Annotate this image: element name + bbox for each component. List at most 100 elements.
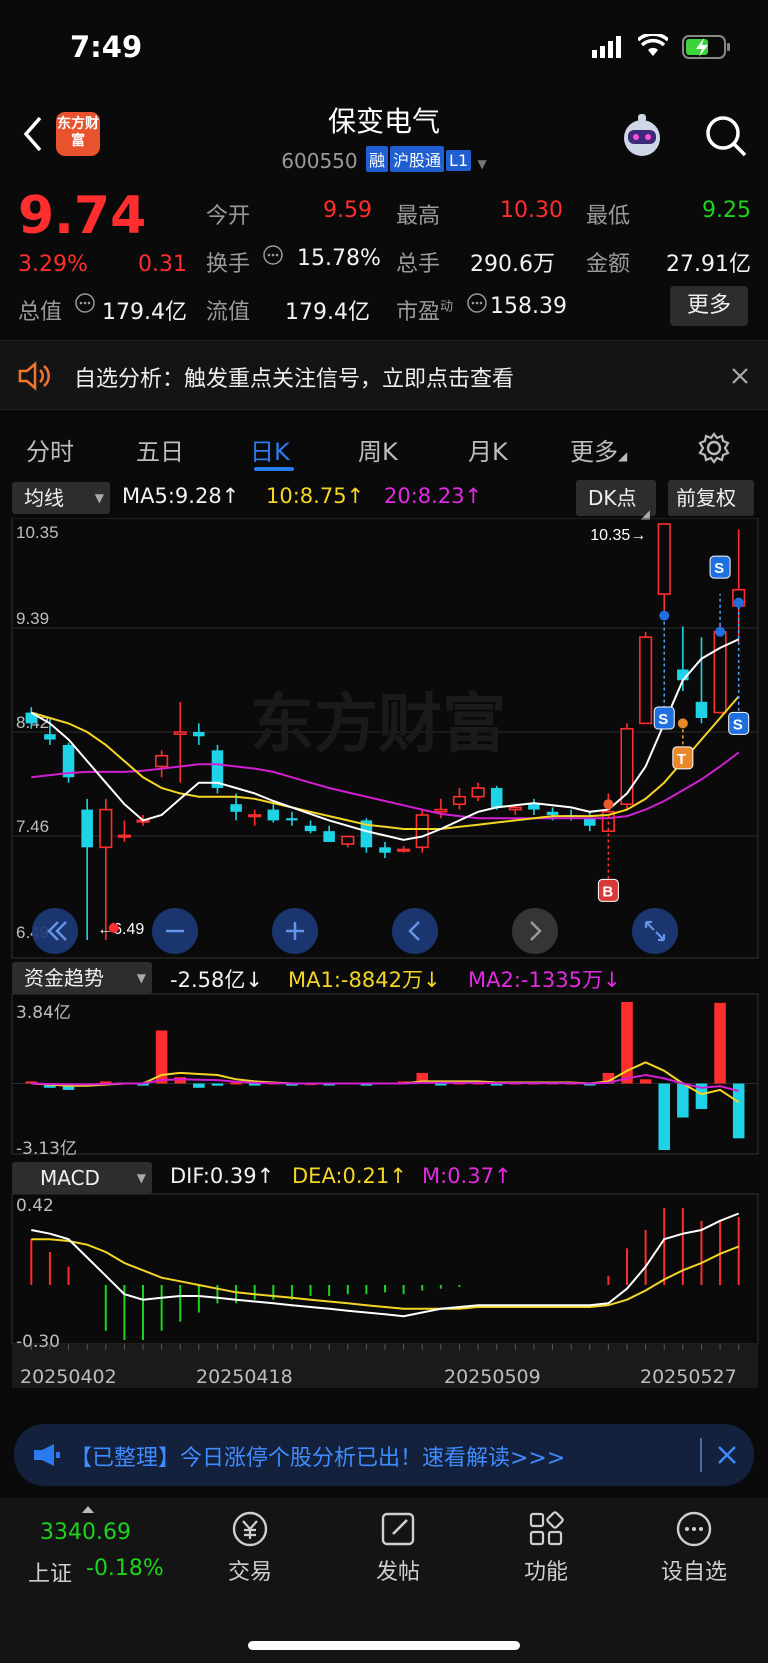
search-icon[interactable] (704, 114, 748, 158)
sell-badge-text: S (658, 711, 668, 728)
change-amount: 0.31 (138, 252, 187, 277)
robot-assistant-icon[interactable] (616, 112, 668, 160)
high-label: 最高 (396, 204, 441, 229)
buy-dot (603, 799, 614, 810)
tab-weekly-k[interactable]: 周K (358, 432, 398, 467)
nav-add-watchlist[interactable]: 设自选 (644, 1508, 744, 1586)
nav-post[interactable]: 发帖 (348, 1508, 448, 1586)
fund-ymin: -3.13亿 (16, 1139, 77, 1159)
tab-active-indicator (254, 467, 294, 471)
candle-body (546, 811, 559, 815)
candle-body (117, 834, 131, 838)
dif-line (31, 1212, 740, 1318)
fund-bar (639, 1079, 652, 1084)
sell-dot (715, 626, 726, 637)
candle-body (379, 847, 391, 853)
settings-gear-icon[interactable] (698, 432, 730, 464)
sell-badge-text: S (714, 560, 724, 577)
candle-body (99, 808, 113, 849)
ma10-label: 10:8.75↑ (266, 484, 365, 508)
dropdown-icon: ▼ (136, 1171, 146, 1185)
candle-body (508, 806, 522, 811)
status-bar: 7:49 (0, 0, 768, 100)
macd-m: M:0.37↑ (422, 1164, 512, 1188)
change-percent: 3.29% (18, 252, 88, 277)
adjust-button[interactable]: 前复权 (668, 480, 754, 516)
last-price: 9.74 (18, 186, 147, 246)
candle-body (267, 809, 280, 821)
ma-indicator-select[interactable]: 均线 ▼ (12, 482, 110, 514)
price-tick: 9.39 (16, 609, 49, 628)
macd-dea: DEA:0.21↑ (292, 1164, 407, 1188)
fund-bar (248, 1083, 261, 1086)
macd-chart (11, 1193, 759, 1388)
nav-trade[interactable]: 交易 (200, 1508, 300, 1586)
index-change: -0.18% (86, 1556, 164, 1581)
candle-body (248, 814, 262, 818)
close-icon[interactable] (730, 366, 750, 386)
rewind-button[interactable] (32, 908, 78, 954)
t-badge-text: T (677, 751, 686, 768)
fund-bar (211, 1083, 224, 1086)
corner-triangle-icon: ◢ (618, 449, 628, 463)
info-dots-icon[interactable] (262, 244, 284, 266)
tag-margin: 融 (366, 146, 389, 172)
zoom-out-button[interactable] (152, 908, 198, 954)
tab-five-day[interactable]: 五日 (136, 432, 184, 467)
info-dots-icon[interactable] (74, 292, 96, 314)
turnover-value: 15.78% (297, 246, 381, 271)
macd-indicator-select[interactable]: MACD ▼ (12, 1162, 152, 1194)
dropdown-icon: ▼ (94, 491, 104, 505)
open-value: 9.59 (323, 198, 372, 223)
max-price-label: 10.35→ (590, 527, 646, 544)
expand-up-icon[interactable] (80, 1504, 96, 1514)
close-icon[interactable] (716, 1444, 738, 1466)
volume-value: 290.6万 (470, 252, 555, 277)
index-value[interactable]: 3340.69 (40, 1520, 131, 1545)
candle-body (173, 731, 187, 735)
zoom-in-button[interactable] (272, 908, 318, 954)
scroll-left-button[interactable] (392, 908, 438, 954)
sell-dot (659, 610, 670, 621)
min-dot (108, 923, 119, 933)
candle-body (44, 734, 56, 740)
trade-icon (232, 1511, 268, 1547)
candle-body (583, 818, 596, 826)
tab-daily-k[interactable]: 日K (250, 432, 290, 467)
analysis-notice[interactable]: 自选分析：触发重点关注信号，立即点击查看 (0, 340, 768, 410)
tab-monthly-k[interactable]: 月K (468, 432, 508, 467)
low-value: 9.25 (702, 198, 751, 223)
amount-label: 金额 (586, 252, 631, 277)
tab-more[interactable]: 更多◢ (570, 432, 627, 467)
news-banner[interactable]: 【已整理】今日涨停个股分析已出！速看解读>>> (14, 1424, 754, 1486)
more-dots-icon (676, 1511, 712, 1547)
t-dot (677, 718, 688, 729)
ma20-label: 20:8.23↑ (384, 484, 483, 508)
candle-body (415, 814, 429, 849)
tab-intraday[interactable]: 分时 (26, 432, 74, 467)
dk-point-button[interactable]: DK点 ◢ (576, 480, 656, 521)
market-cap-value: 179.4亿 (102, 300, 187, 325)
fund-bar (658, 1083, 671, 1150)
nav-functions[interactable]: 功能 (496, 1508, 596, 1586)
more-button[interactable]: 更多 (670, 286, 748, 326)
grid-icon (529, 1511, 564, 1546)
candle-body (695, 701, 708, 718)
candle-body (193, 732, 205, 737)
fund-bar (677, 1083, 689, 1118)
divider (700, 1438, 702, 1472)
candle-body (304, 825, 317, 832)
turnover-label: 换手 (206, 252, 251, 277)
low-label: 最低 (586, 204, 631, 229)
candle-body (528, 804, 540, 810)
info-dots-icon[interactable] (466, 292, 488, 314)
candle-body (341, 835, 355, 845)
scroll-right-button[interactable] (512, 908, 558, 954)
high-value: 10.30 (500, 198, 563, 223)
macd-dif: DIF:0.39↑ (170, 1164, 275, 1188)
wifi-icon (638, 34, 668, 56)
fund-indicator-select[interactable]: 资金趋势 ▼ (12, 962, 152, 994)
notice-text: 自选分析：触发重点关注信号，立即点击查看 (74, 367, 515, 392)
fullscreen-button[interactable] (632, 908, 678, 954)
candle-body (81, 809, 93, 848)
